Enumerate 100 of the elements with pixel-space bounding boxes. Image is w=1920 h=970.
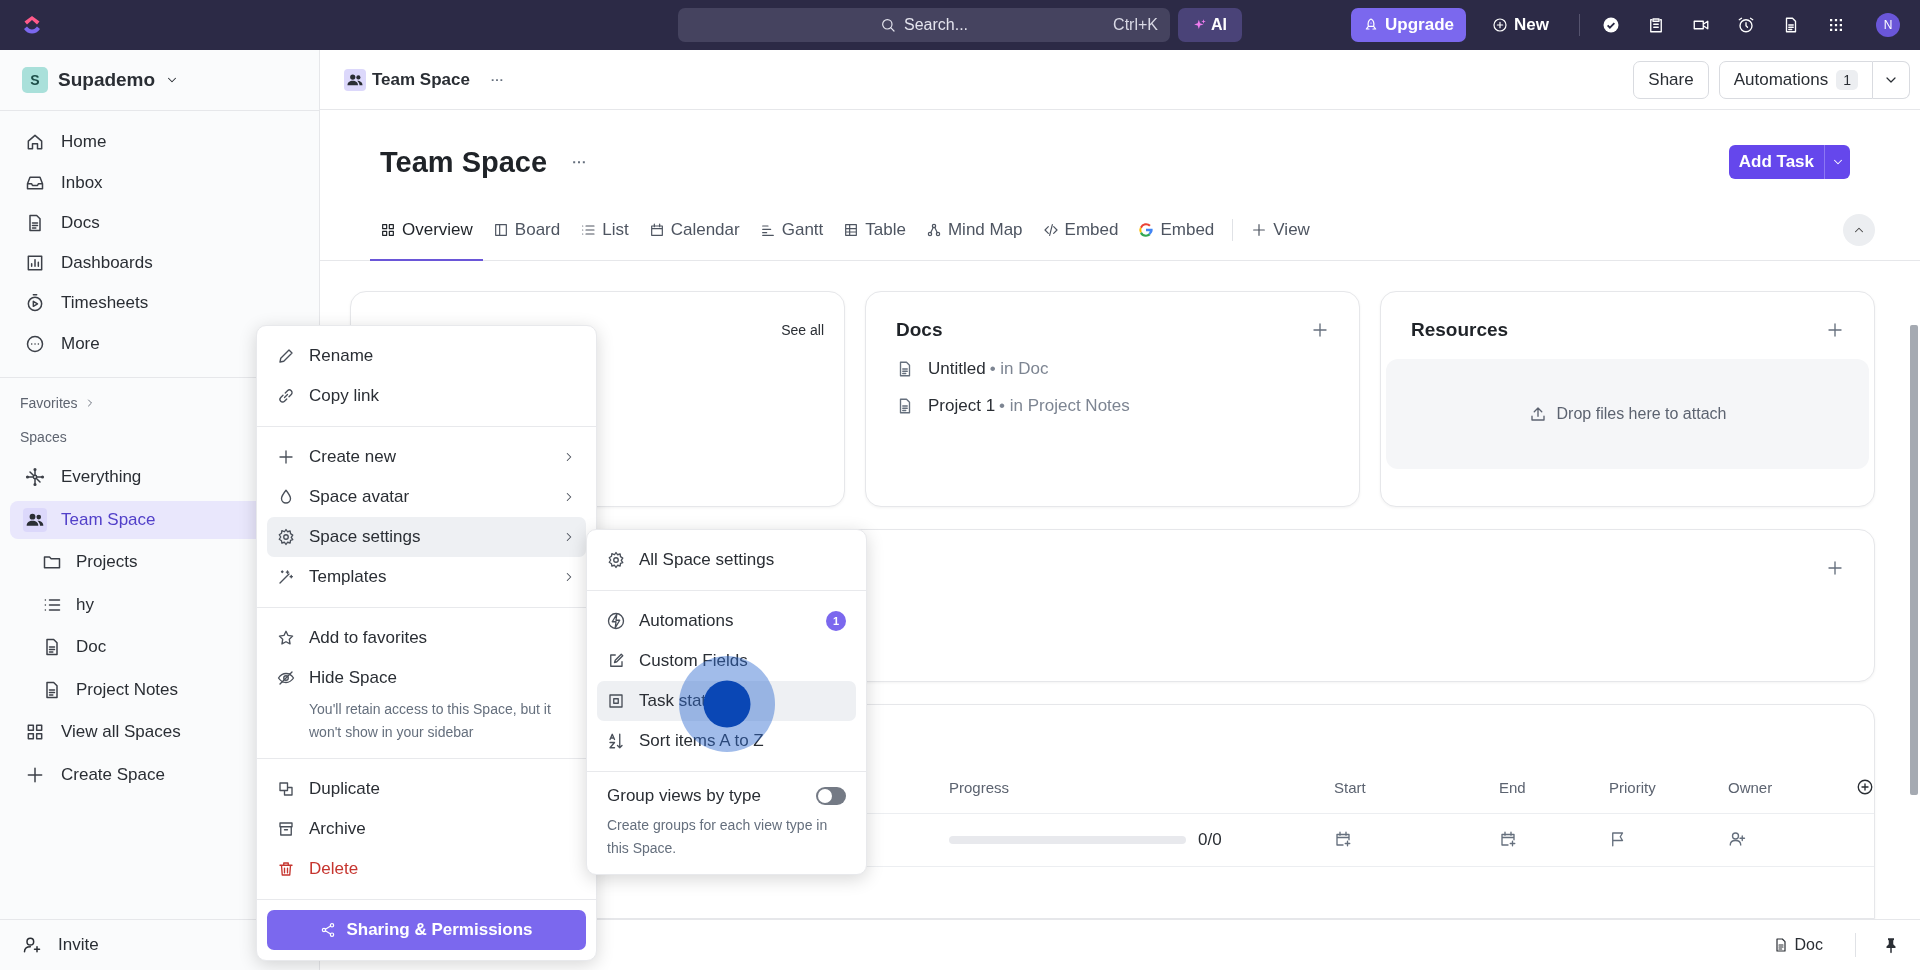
view-tab[interactable]: Table <box>833 200 916 261</box>
sharing-permissions-button[interactable]: Sharing & Permissions <box>267 910 586 950</box>
share-button[interactable]: Share <box>1633 60 1709 99</box>
toggle-description: Create groups for each view type in this Space. <box>607 816 829 858</box>
network-icon <box>25 467 45 487</box>
column-header: Start <box>1334 778 1367 796</box>
new-button[interactable]: New <box>1486 14 1555 36</box>
user-avatar[interactable]: N <box>1876 13 1900 37</box>
menu-item[interactable]: Archive <box>267 809 586 849</box>
view-tab[interactable]: Mind Map <box>915 200 1033 261</box>
view-tab[interactable]: Board <box>482 200 571 261</box>
menu-item[interactable]: All Space settings <box>597 540 856 580</box>
calendar-plus-icon[interactable] <box>1499 829 1517 848</box>
timer-icon <box>25 293 45 314</box>
count-badge: 1 <box>826 611 846 631</box>
people-icon <box>23 507 47 532</box>
calendar-icon <box>648 221 665 238</box>
sidebar-item[interactable]: Home <box>10 123 309 162</box>
alarm-icon[interactable] <box>1737 16 1755 34</box>
plus-icon <box>1251 221 1268 238</box>
star-icon <box>277 629 295 647</box>
clipboard-icon[interactable] <box>1647 16 1665 34</box>
nodes-icon <box>925 221 942 238</box>
bolt-icon <box>607 612 625 630</box>
ai-button[interactable]: AI <box>1178 8 1242 42</box>
sidebar-item[interactable]: Dashboards <box>10 244 309 282</box>
menu-item[interactable]: Space settings <box>267 517 586 557</box>
table-icon <box>843 221 860 238</box>
sidebar-item[interactable]: Docs <box>10 203 309 242</box>
view-tab[interactable]: Gantt <box>749 200 834 261</box>
doc-item[interactable]: Project 1 • in Project Notes <box>896 396 1329 416</box>
sidebar-item[interactable]: Timesheets <box>10 284 309 323</box>
grid-icon <box>25 722 45 742</box>
doc-button[interactable]: Doc <box>1766 935 1829 955</box>
plus-icon[interactable] <box>1311 321 1329 339</box>
menu-item[interactable]: Automations 1 <box>597 601 856 641</box>
menu-item[interactable]: Custom Fields <box>597 641 856 681</box>
plus-icon[interactable] <box>1826 321 1844 339</box>
column-header: Progress <box>949 778 1011 796</box>
people-icon <box>344 68 366 91</box>
apps-icon[interactable] <box>1827 16 1845 34</box>
pencil-icon <box>277 347 295 365</box>
add-view-button[interactable]: View <box>1241 200 1320 261</box>
automations-button[interactable]: Automations 1 <box>1718 60 1873 99</box>
card-title: Resources <box>1411 319 1509 341</box>
sort-icon <box>607 732 625 750</box>
column-header: Owner <box>1728 778 1774 796</box>
upgrade-button[interactable]: Upgrade <box>1351 8 1467 42</box>
search-field[interactable]: Search... Ctrl+K <box>678 8 1170 42</box>
workspace-switcher[interactable]: S Supademo <box>0 50 319 111</box>
toggle-label: Group views by type <box>607 786 761 806</box>
more-icon <box>25 333 45 354</box>
toggle-switch[interactable] <box>816 787 846 805</box>
doc-item[interactable]: Untitled • in Doc <box>896 359 1329 379</box>
see-all-link[interactable]: See all <box>781 322 824 338</box>
view-tab[interactable]: Embed <box>1128 200 1225 261</box>
archive-icon <box>277 820 295 838</box>
eye-off-icon <box>277 669 295 687</box>
sidebar-item[interactable]: View all Spaces <box>10 713 309 751</box>
menu-item[interactable]: Delete <box>267 849 586 889</box>
grid-icon <box>380 221 396 238</box>
add-task-button[interactable]: Add Task <box>1728 145 1825 179</box>
share-icon <box>320 922 337 938</box>
google-icon <box>1138 221 1155 238</box>
trash-icon <box>277 860 295 878</box>
dropdown-button[interactable] <box>1825 145 1850 179</box>
upload-icon <box>1528 405 1547 423</box>
duplicate-icon <box>277 780 295 798</box>
menu-item-description: You'll retain access to this Space, but it won't show in your sidebar <box>308 700 552 742</box>
settings-icon <box>277 528 295 546</box>
scrollbar[interactable] <box>1910 325 1918 795</box>
search-icon <box>880 17 896 33</box>
plus-icon[interactable] <box>1826 559 1844 577</box>
progress-count: 0/0 <box>1198 830 1222 850</box>
card-title: Docs <box>896 319 943 341</box>
shortcut-hint: Ctrl+K <box>1113 16 1158 34</box>
add-column-icon[interactable] <box>1856 778 1874 796</box>
menu-item[interactable]: Sort items A to Z <box>597 721 856 761</box>
view-tab[interactable]: Overview <box>370 200 483 261</box>
chart-icon <box>25 253 45 273</box>
plus-circle-icon <box>1492 17 1509 33</box>
user-plus-icon <box>22 935 42 955</box>
sidebar-item[interactable]: Inbox <box>10 163 309 202</box>
edit-icon <box>607 652 625 670</box>
link-icon <box>277 387 295 405</box>
view-tab[interactable]: List <box>570 200 639 261</box>
code-icon <box>1042 221 1059 238</box>
check-circle-icon[interactable] <box>1602 16 1620 34</box>
column-header: End <box>1499 778 1527 796</box>
spaces-heading: Spaces <box>19 427 68 447</box>
user-plus-icon[interactable] <box>1728 829 1746 848</box>
column-header: Priority <box>1609 778 1657 796</box>
view-tab[interactable]: Calendar <box>638 200 750 261</box>
wand-icon <box>277 568 295 586</box>
calendar-plus-icon[interactable] <box>1334 829 1352 848</box>
view-tab[interactable]: Embed <box>1032 200 1129 261</box>
page-title: Team Space <box>380 145 548 179</box>
breadcrumb[interactable]: Team Space <box>340 64 474 95</box>
drop-zone[interactable]: Drop files here to attach <box>1386 359 1869 469</box>
plus-icon <box>277 448 295 466</box>
